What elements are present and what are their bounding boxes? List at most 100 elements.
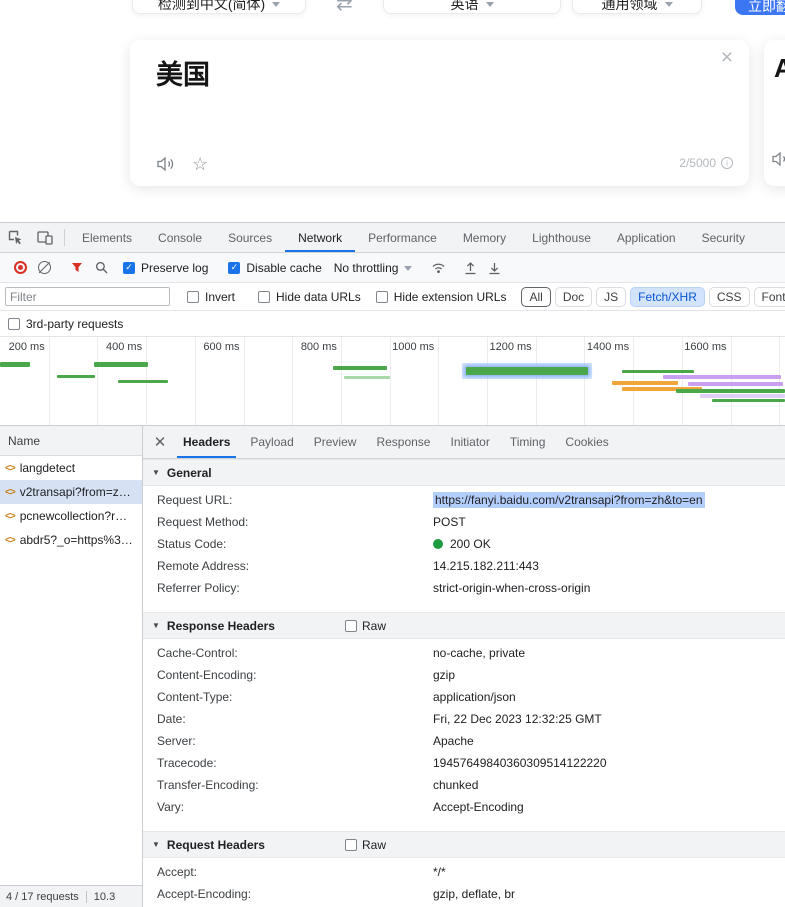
header-name: Accept: — [157, 865, 198, 879]
hide-data-urls-checkbox[interactable] — [258, 290, 271, 303]
source-text[interactable]: 美国 — [156, 53, 210, 92]
tab-console[interactable]: Console — [145, 223, 215, 252]
request-list-header[interactable]: Name — [0, 426, 142, 456]
grid-line — [97, 337, 99, 425]
header-value: strict-origin-when-cross-origin — [433, 581, 591, 595]
translate-button[interactable]: 立即翻译 — [735, 0, 785, 15]
speaker-icon[interactable] — [772, 151, 785, 172]
request-row[interactable]: <> v2transapi?from=z… — [0, 480, 142, 504]
waterfall-bar — [612, 381, 678, 385]
target-language-dropdown[interactable]: 英语 — [383, 0, 561, 14]
raw-checkbox[interactable] — [345, 619, 357, 632]
detail-tab-cookies[interactable]: Cookies — [555, 426, 618, 458]
preserve-log-checkbox[interactable]: ✓ — [123, 261, 135, 274]
speaker-icon[interactable] — [157, 156, 176, 172]
detail-tab-preview[interactable]: Preview — [304, 426, 367, 458]
hide-extension-urls-checkbox[interactable] — [375, 290, 388, 303]
section-header[interactable]: ▼ Request Headers Raw — [143, 831, 785, 858]
filter-pill-doc[interactable]: Doc — [554, 286, 593, 307]
tab-lighthouse[interactable]: Lighthouse — [519, 223, 604, 252]
device-toolbar-icon[interactable] — [30, 223, 60, 252]
hide-extension-urls-toggle[interactable]: Hide extension URLs — [375, 290, 506, 304]
detail-tab-initiator[interactable]: Initiator — [440, 426, 499, 458]
filter-pill-font[interactable]: Font — [753, 286, 785, 307]
raw-toggle[interactable]: Raw — [345, 619, 386, 633]
waterfall-bar — [466, 367, 588, 375]
disable-cache-toggle[interactable]: ✓ Disable cache — [228, 261, 322, 275]
network-filter-row: Invert Hide data URLs Hide extension URL… — [0, 283, 785, 311]
export-har-icon[interactable] — [482, 256, 506, 280]
tab-network[interactable]: Network — [285, 223, 356, 252]
section-header[interactable]: ▼ Response Headers Raw — [143, 612, 785, 639]
request-type-filters: All Doc JS Fetch/XHR CSS Font — [521, 286, 785, 307]
tab-elements[interactable]: Elements — [69, 223, 145, 252]
import-har-icon[interactable] — [458, 256, 482, 280]
close-icon[interactable]: ✕ — [147, 433, 173, 451]
time-label: 1200 ms — [489, 341, 532, 353]
inspect-element-icon[interactable] — [0, 223, 30, 252]
source-language-dropdown[interactable]: 检测到中文(简体) — [132, 0, 306, 14]
time-label: 400 ms — [106, 341, 143, 353]
request-url-value: https://fanyi.baidu.com/v2transapi?from=… — [433, 492, 705, 508]
tab-sources[interactable]: Sources — [215, 223, 285, 252]
throttling-select[interactable]: No throttling — [334, 261, 413, 275]
clear-network-log-icon[interactable] — [32, 256, 56, 280]
translate-button-label: 立即翻译 — [748, 0, 785, 14]
request-row[interactable]: <> langdetect — [0, 456, 142, 480]
detail-tab-response[interactable]: Response — [366, 426, 440, 458]
header-name: Remote Address: — [157, 559, 250, 573]
filter-input[interactable] — [5, 287, 170, 306]
section-rows: Request URL: https://fanyi.baidu.com/v2tr… — [143, 486, 785, 599]
source-text-card[interactable]: 美国 × ☆ 2/5000 i — [130, 40, 749, 186]
record-network-log-icon[interactable] — [8, 256, 32, 280]
invert-toggle[interactable]: Invert — [187, 290, 235, 304]
network-conditions-icon[interactable] — [426, 256, 450, 280]
network-overview-waterfall[interactable]: 200 ms 400 ms 600 ms 800 ms 1000 ms 1200 ms 14… — [0, 337, 785, 426]
tab-security[interactable]: Security — [689, 223, 758, 252]
clear-input-icon[interactable]: × — [721, 46, 733, 70]
translate-page: 检测到中文(简体) ⇄ 英语 通用领域 立即翻译 美国 × ☆ 2/5000 i… — [0, 0, 785, 222]
request-row[interactable]: <> pcnewcollection?r… — [0, 504, 142, 528]
disable-cache-checkbox[interactable]: ✓ — [228, 261, 241, 274]
raw-toggle[interactable]: Raw — [345, 838, 386, 852]
header-value: no-cache, private — [433, 646, 526, 660]
request-detail-panel: ✕ Headers Payload Preview Response Initiator… — [143, 426, 785, 907]
header-value: Fri, 22 Dec 2023 12:32:25 GMT — [433, 712, 602, 726]
detail-tab-timing[interactable]: Timing — [500, 426, 556, 458]
tab-memory[interactable]: Memory — [450, 223, 519, 252]
filter-pill-fetchxhr[interactable]: Fetch/XHR — [630, 286, 705, 307]
filter-pill-all[interactable]: All — [521, 286, 551, 307]
hide-data-urls-toggle[interactable]: Hide data URLs — [258, 290, 361, 304]
filter-pill-js[interactable]: JS — [596, 286, 627, 307]
tab-performance[interactable]: Performance — [355, 223, 450, 252]
detail-tab-headers[interactable]: Headers — [173, 426, 240, 458]
preserve-log-toggle[interactable]: ✓ Preserve log — [123, 261, 208, 275]
detail-tab-payload[interactable]: Payload — [240, 426, 303, 458]
xhr-file-icon: <> — [5, 486, 16, 498]
header-name: Vary: — [157, 800, 185, 814]
raw-checkbox[interactable] — [345, 838, 357, 851]
grid-line — [340, 337, 342, 425]
filter-pill-css[interactable]: CSS — [708, 286, 750, 307]
request-row[interactable]: <> abdr5?_o=https%3… — [0, 528, 142, 552]
info-icon: i — [721, 157, 733, 169]
invert-checkbox[interactable] — [187, 290, 199, 303]
xhr-file-icon: <> — [5, 510, 16, 522]
xhr-file-icon: <> — [5, 462, 16, 474]
headers-section: ▼ Response Headers Raw Cache-Control: no-cac… — [143, 612, 785, 818]
swap-languages-icon[interactable]: ⇄ — [336, 0, 353, 16]
search-icon[interactable] — [89, 256, 113, 280]
waterfall-bar — [712, 399, 785, 402]
divider — [64, 229, 65, 246]
filter-funnel-icon[interactable] — [65, 256, 89, 280]
request-name: abdr5?_o=https%3… — [19, 533, 133, 547]
favorite-star-icon[interactable]: ☆ — [192, 154, 208, 175]
domain-dropdown[interactable]: 通用领域 — [572, 0, 702, 14]
section-header[interactable]: ▼ General — [143, 459, 785, 486]
third-party-checkbox[interactable] — [8, 317, 20, 330]
tab-application[interactable]: Application — [604, 223, 689, 252]
header-value: POST — [433, 515, 466, 529]
header-name: Accept-Encoding: — [157, 887, 252, 901]
header-value: 200 OK — [433, 537, 491, 551]
grid-line — [681, 337, 683, 425]
